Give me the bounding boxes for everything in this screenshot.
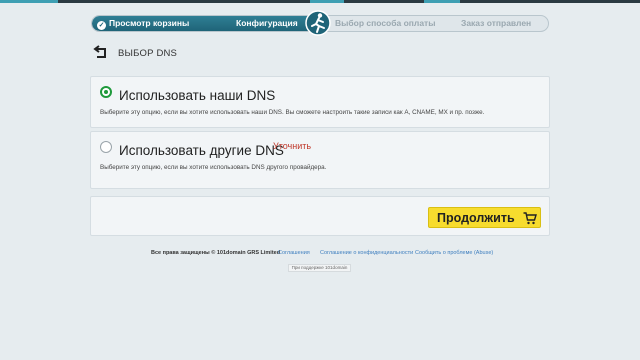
radio-selected[interactable] — [100, 86, 112, 98]
option-title: Использовать другие DNS — [119, 143, 284, 158]
top-strip-segment — [310, 0, 344, 3]
radio-unselected[interactable] — [100, 141, 112, 153]
page-title: ВЫБОР DNS — [118, 48, 178, 59]
dns-option-other[interactable]: Использовать другие DNS Уточнить Выберит… — [90, 131, 550, 189]
option-description: Выберите эту опцию, если вы хотите испол… — [100, 164, 327, 171]
top-strip-segment — [0, 0, 58, 3]
footer-link-abuse[interactable]: Сообщить о проблеме (Abuse) — [415, 250, 493, 256]
copyright: Все права защищены © 101domain GRS Limit… — [151, 250, 281, 256]
step-cart-review[interactable]: ✓ Просмотр корзины — [97, 16, 189, 31]
step-configuration: Конфигурация — [236, 16, 298, 31]
step-payment-method: Выбор способа оплаты — [335, 16, 435, 31]
footer: Все права защищены © 101domain GRS Limit… — [0, 250, 640, 260]
continue-button-label: Продолжить — [437, 211, 515, 225]
footer-link-privacy[interactable]: Соглашение о конфиденциальности — [320, 250, 413, 256]
dns-option-ours[interactable]: Использовать наши DNS Выберите эту опцию… — [90, 76, 550, 128]
step-configuration-label: Конфигурация — [236, 18, 298, 28]
back-arrow-icon[interactable] — [93, 45, 109, 61]
clarify-link[interactable]: Уточнить — [273, 141, 311, 151]
top-strip — [0, 0, 640, 3]
top-strip-segment — [424, 0, 460, 3]
checkmark-icon: ✓ — [97, 21, 106, 30]
cart-icon — [523, 212, 537, 225]
step-order-sent-label: Заказ отправлен — [461, 18, 532, 28]
support-button[interactable]: При поддержке 101domain — [288, 264, 351, 272]
runner-icon — [305, 10, 331, 36]
footer-link-agreements[interactable]: Соглашения — [278, 250, 310, 256]
step-payment-method-label: Выбор способа оплаты — [335, 18, 436, 28]
option-description: Выберите эту опцию, если вы хотите испол… — [100, 109, 485, 116]
actions-panel: Продолжить — [90, 196, 550, 236]
step-cart-review-label: Просмотр корзины — [109, 18, 190, 28]
option-title: Использовать наши DNS — [119, 88, 276, 103]
step-order-sent: Заказ отправлен — [461, 16, 531, 31]
continue-button[interactable]: Продолжить — [428, 207, 541, 228]
